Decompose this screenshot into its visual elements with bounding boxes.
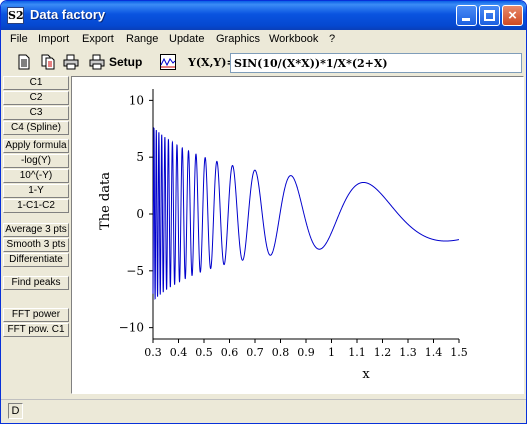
c1-button[interactable]: C1 [3,76,69,90]
x-tick-label: 1.3 [399,346,417,359]
maximize-button[interactable] [479,5,500,26]
minimize-button[interactable] [456,5,477,26]
toolbar: Setup Y(X,Y)= [1,51,526,75]
y-tick-label: 0 [136,207,144,221]
menu-bar: File Import Export Range Update Graphics… [1,31,526,50]
app-icon[interactable]: S2 [7,7,24,24]
find-peaks-button[interactable]: Find peaks [3,276,69,290]
new-document-icon[interactable] [16,54,32,70]
copy-document-icon[interactable] [40,54,56,70]
one-minus-y-button[interactable]: 1-Y [3,184,69,198]
minimize-icon [462,18,470,21]
fft-pow-c1-button[interactable]: FFT pow. C1 [3,323,69,337]
x-tick-label: 0.4 [170,346,188,359]
y-tick-label: 5 [136,150,144,164]
average-3-pts-button[interactable]: Average 3 pts [3,223,69,237]
x-tick-label: 0.5 [195,346,213,359]
title-bar[interactable]: S2 Data factory × [1,1,526,30]
x-tick-label: 0.3 [144,346,162,359]
graph-icon[interactable] [160,54,176,70]
menu-range[interactable]: Range [126,33,158,45]
apply-formula-button[interactable]: Apply formula [3,139,69,153]
maximize-icon [484,10,495,21]
neg-log-button[interactable]: -log(Y) [3,154,69,168]
status-indicator: D [8,403,23,419]
x-tick-label: 1.5 [450,346,468,359]
setup-button[interactable]: Setup [109,55,142,69]
menu-help[interactable]: ? [329,33,335,45]
y-tick-label: −10 [119,321,144,335]
c4-spline-button[interactable]: C4 (Spline) [3,121,69,135]
window-title: Data factory [30,7,106,22]
x-tick-label: 0.9 [297,346,315,359]
ten-pow-neg-y-button[interactable]: 10^(-Y) [3,169,69,183]
x-tick-label: 1.1 [348,346,366,359]
y-axis-label: The data [98,172,113,230]
x-tick-label: 1.4 [425,346,443,359]
printer-setup-icon[interactable] [89,54,105,70]
menu-export[interactable]: Export [82,33,114,45]
close-icon: × [508,7,517,24]
x-tick-label: 0.8 [272,346,290,359]
differentiate-button[interactable]: Differentiate [3,253,69,267]
x-axis-label: x [362,367,370,382]
formula-input[interactable] [230,53,522,73]
menu-update[interactable]: Update [169,33,204,45]
smooth-3-pts-button[interactable]: Smooth 3 pts [3,238,69,252]
chart-panel[interactable]: 0.3 0.4 0.5 0.6 0.7 0.8 0.9 1 1.1 1.2 1.3 1.4 1.5 −10… [71,76,524,394]
formula-label: Y(X,Y)= [188,56,236,69]
c3-button[interactable]: C3 [3,106,69,120]
x-tick-label: 1.2 [374,346,392,359]
one-minus-c1-c2-button[interactable]: 1-C1-C2 [3,199,69,213]
data-series-line [152,126,460,300]
status-bar: D [1,399,526,423]
y-tick-label: 10 [129,93,144,107]
x-tick-label: 0.7 [246,346,264,359]
menu-import[interactable]: Import [38,33,69,45]
app-window: S2 Data factory × File Import Export Ran… [0,0,527,424]
y-tick-label: −5 [126,264,144,278]
fft-power-button[interactable]: FFT power [3,308,69,322]
chart: 0.3 0.4 0.5 0.6 0.7 0.8 0.9 1 1.1 1.2 1.3 1.4 1.5 −10… [98,89,468,382]
print-icon[interactable] [63,54,79,70]
x-tick-label: 1 [328,346,335,359]
x-tick-label: 0.6 [221,346,239,359]
menu-workbook[interactable]: Workbook [269,33,318,45]
close-button[interactable]: × [502,5,523,26]
menu-graphics[interactable]: Graphics [216,33,260,45]
menu-file[interactable]: File [10,33,28,45]
c2-button[interactable]: C2 [3,91,69,105]
